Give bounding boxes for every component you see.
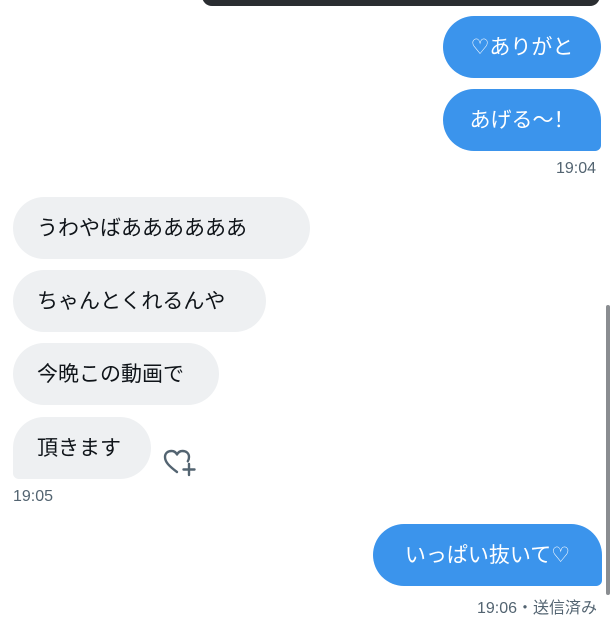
heart-plus-icon[interactable] <box>163 448 197 478</box>
received-message-bubble[interactable]: 今晩この動画で <box>13 343 219 405</box>
message-timestamp: 19:05 <box>13 488 54 505</box>
sent-message-bubble[interactable]: いっぱい抜いて♡ <box>373 524 602 586</box>
sent-message-bubble[interactable]: あげる〜！ <box>443 89 601 151</box>
heart-plus-icon-graphic <box>163 449 196 477</box>
received-message-bubble[interactable]: ちゃんとくれるんや <box>13 270 266 332</box>
received-message-bubble[interactable]: うわやばああああああ <box>13 197 310 259</box>
message-timestamp-status: 19:06・送信済み <box>477 600 598 617</box>
received-message-bubble[interactable]: 頂きます <box>13 417 151 479</box>
media-attachment[interactable] <box>202 0 600 6</box>
sent-message-bubble[interactable]: ♡ありがと <box>443 16 601 78</box>
message-timestamp: 19:04 <box>556 160 597 177</box>
scrollbar[interactable] <box>606 305 610 595</box>
